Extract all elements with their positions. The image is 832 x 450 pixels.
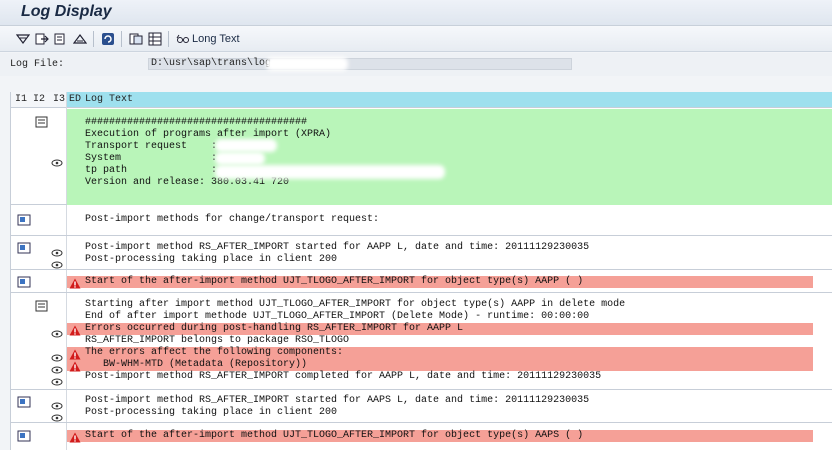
table-header: I1 I2 I3 ED Log Text [11,92,832,108]
log-line: Start of the after-import method UJT_TLO… [85,276,584,287]
log-group-5: Starting after import method UJT_TLOGO_A… [11,294,832,390]
log-line: ##################################### [85,117,308,128]
details-icon[interactable] [51,373,63,391]
document-icon[interactable] [35,299,49,317]
redaction [215,165,445,179]
expand-all-icon[interactable] [14,30,32,48]
toolbar-separator [121,31,122,47]
details-icon[interactable] [51,154,63,172]
log-line: Post-import method RS_AFTER_IMPORT compl… [85,371,602,382]
log-line: Post-processing taking place in client 2… [85,407,338,418]
log-line: Post-processing taking place in client 2… [85,254,338,265]
log-line: BW-WHM-MTD (Metadata (Repository)) [85,359,308,370]
error-icon [69,276,81,289]
log-line: Transport request : [85,141,218,152]
long-text-button[interactable]: Long Text [176,31,240,47]
log-line: RS_AFTER_IMPORT belongs to package RSO_T… [85,335,350,346]
collapse-subtree-icon[interactable] [52,30,70,48]
redaction [266,57,348,71]
details-icon[interactable] [51,325,63,343]
col-i1-header[interactable]: I1 [15,94,27,105]
expand-subtree-icon[interactable] [33,30,51,48]
refresh-icon[interactable] [99,30,117,48]
toolbar-separator [93,31,94,47]
log-line: Post-import methods for change/transport… [85,214,380,225]
log-group-6: Post-import method RS_AFTER_IMPORT start… [11,391,832,423]
col-ed-header: ED [69,94,82,105]
redaction [215,139,277,152]
col-i2-header[interactable]: I2 [33,94,45,105]
log-line: tp path : [85,165,218,176]
col-i3-header[interactable]: I3 [53,94,65,105]
error-icon [69,323,81,336]
expand-node-icon[interactable] [17,213,31,231]
expand-node-icon[interactable] [17,395,31,413]
log-line: System : [85,153,218,164]
error-icon [69,347,81,360]
toolbar: Long Text [0,26,832,52]
glasses-icon [176,34,189,43]
expand-node-icon[interactable] [17,241,31,259]
expand-node-icon[interactable] [17,429,31,447]
log-group-3: Post-import method RS_AFTER_IMPORT start… [11,237,832,270]
log-file-label: Log File: [10,59,65,70]
log-file-row: Log File: D:\usr\sap\trans\log [0,53,832,76]
col-logtext-header[interactable]: ED Log Text [67,92,832,107]
log-line: Start of the after-import method UJT_TLO… [85,430,584,441]
log-file-path-field[interactable]: D:\usr\sap\trans\log [148,58,572,70]
expand-node-icon[interactable] [17,275,31,293]
log-line: Errors occurred during post-handling RS_… [85,323,464,334]
col-logtext-label: Log Text [85,94,134,105]
window-title: Log Display [21,3,112,20]
layout-icon[interactable] [146,30,164,48]
log-line: Post-import method RS_AFTER_IMPORT start… [85,242,590,253]
document-icon[interactable] [35,115,49,133]
collapse-all-icon[interactable] [71,30,89,48]
log-group-4: Start of the after-import method UJT_TLO… [11,271,832,293]
log-group-1: ##################################### Ex… [11,109,832,205]
log-line: Post-import method RS_AFTER_IMPORT start… [85,395,590,406]
log-group-7: Start of the after-import method UJT_TLO… [11,424,832,450]
error-icon [69,359,81,372]
log-line: The errors affect the following componen… [85,347,344,358]
long-text-label: Long Text [192,33,240,45]
title-bar: Log Display [0,0,832,26]
log-line: Execution of programs after import (XPRA… [85,129,332,140]
redaction [215,152,265,165]
log-line: End of after import methode UJT_TLOGO_AF… [85,311,590,322]
toolbar-separator [168,31,169,47]
error-icon [69,430,81,443]
log-line: Starting after import method UJT_TLOGO_A… [85,299,626,310]
log-group-2: Post-import methods for change/transport… [11,206,832,236]
export-icon[interactable] [127,30,145,48]
log-file-path: D:\usr\sap\trans\log [151,58,272,69]
log-table: I1 I2 I3 ED Log Text ###################… [10,92,832,450]
